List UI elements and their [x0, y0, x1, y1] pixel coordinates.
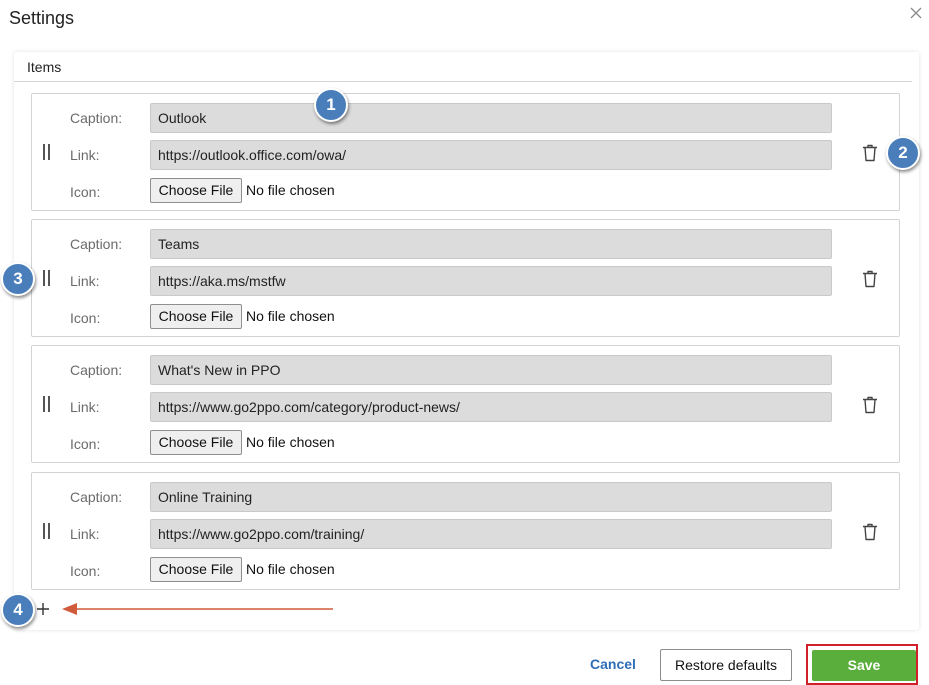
link-label: Link:	[70, 399, 100, 415]
caption-input[interactable]: Online Training	[150, 482, 832, 512]
icon-label: Icon:	[70, 563, 101, 579]
choose-file-button[interactable]: Choose File	[150, 430, 242, 455]
items-section-title: Items	[27, 59, 62, 75]
drag-handle-icon[interactable]	[43, 270, 51, 286]
link-label: Link:	[70, 526, 100, 542]
plus-icon[interactable]	[36, 602, 50, 616]
dialog-title: Settings	[9, 8, 75, 28]
callout-badge-1: 1	[314, 88, 348, 122]
section-divider	[14, 81, 912, 82]
caption-input[interactable]: What's New in PPO	[150, 355, 832, 385]
drag-handle-icon[interactable]	[43, 523, 51, 539]
choose-file-button[interactable]: Choose File	[150, 178, 242, 203]
file-status: No file chosen	[246, 434, 335, 450]
callout-badge-4: 4	[1, 593, 35, 627]
items-panel: Items Caption: Outlook Link: https://out…	[14, 52, 919, 630]
icon-label: Icon:	[70, 310, 101, 326]
trash-icon[interactable]	[862, 270, 878, 288]
restore-defaults-button[interactable]: Restore defaults	[660, 649, 792, 681]
icon-label: Icon:	[70, 436, 101, 452]
callout-badge-3: 3	[1, 262, 35, 296]
file-status: No file chosen	[246, 182, 335, 198]
caption-input[interactable]: Outlook	[150, 103, 832, 133]
save-button[interactable]: Save	[812, 650, 916, 681]
callout-badge-2: 2	[886, 136, 920, 170]
file-status: No file chosen	[246, 561, 335, 577]
item-card: Caption: Online Training Link: https://w…	[31, 472, 900, 590]
file-status: No file chosen	[246, 308, 335, 324]
caption-input[interactable]: Teams	[150, 229, 832, 259]
link-label: Link:	[70, 147, 100, 163]
item-card: Caption: Outlook Link: https://outlook.o…	[31, 93, 900, 211]
link-input[interactable]: https://outlook.office.com/owa/	[150, 140, 832, 170]
trash-icon[interactable]	[862, 144, 878, 162]
cancel-button[interactable]: Cancel	[590, 656, 636, 672]
close-icon[interactable]	[909, 6, 923, 20]
link-input[interactable]: https://www.go2ppo.com/training/	[150, 519, 832, 549]
choose-file-button[interactable]: Choose File	[150, 557, 242, 582]
trash-icon[interactable]	[862, 396, 878, 414]
caption-label: Caption:	[70, 236, 123, 252]
item-card: Caption: What's New in PPO Link: https:/…	[31, 345, 900, 463]
drag-handle-icon[interactable]	[43, 144, 51, 160]
trash-icon[interactable]	[862, 523, 878, 541]
drag-handle-icon[interactable]	[43, 396, 51, 412]
link-input[interactable]: https://aka.ms/mstfw	[150, 266, 832, 296]
caption-label: Caption:	[70, 110, 123, 126]
icon-label: Icon:	[70, 184, 101, 200]
link-input[interactable]: https://www.go2ppo.com/category/product-…	[150, 392, 832, 422]
caption-label: Caption:	[70, 489, 123, 505]
choose-file-button[interactable]: Choose File	[150, 304, 242, 329]
link-label: Link:	[70, 273, 100, 289]
caption-label: Caption:	[70, 362, 123, 378]
item-card: Caption: Teams Link: https://aka.ms/mstf…	[31, 219, 900, 337]
